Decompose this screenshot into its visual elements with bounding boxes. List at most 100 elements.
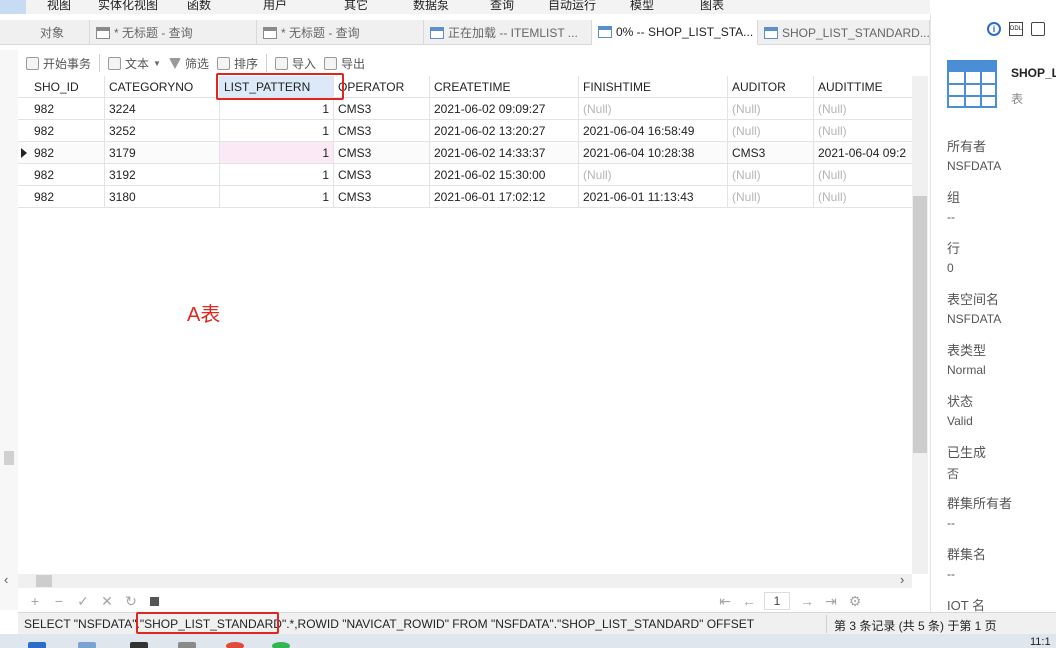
prev-page-icon[interactable]: ← [742,593,756,609]
tab-objects[interactable]: 对象 [0,20,90,45]
column-header-auditor[interactable]: AUDITOR [728,76,814,98]
cell-createtime[interactable]: 2021-06-02 09:09:27 [430,98,579,120]
tab-shop-list-standard-active[interactable]: 0% -- SHOP_LIST_STA... [592,20,758,45]
scroll-left-icon[interactable]: ‹ [4,572,8,587]
horizontal-scrollbar[interactable]: ‹ › [4,572,912,588]
column-header-finishtime[interactable]: FINISHTIME [579,76,728,98]
tab-shop-list-standard[interactable]: SHOP_LIST_STANDARD... [758,20,930,45]
column-header-operator[interactable]: OPERATOR [334,76,430,98]
table-row[interactable]: 982 3179 1 CMS3 2021-06-02 14:33:37 2021-06-0… [18,142,912,164]
menu-item-view[interactable]: 视图 [47,0,71,13]
cell-auditor[interactable]: (Null) [728,98,814,120]
menu-item-chart[interactable]: 图表 [700,0,724,13]
cell-categoryno[interactable]: 3224 [105,98,220,120]
table-row[interactable]: 982 3192 1 CMS3 2021-06-02 15:30:00 (Null) (Nu… [18,164,912,186]
row-selector[interactable] [18,186,30,208]
refresh-icon[interactable]: ↻ [124,593,138,610]
column-header-audittime[interactable]: AUDITTIME [814,76,912,98]
cell-list-pattern[interactable]: 1 [220,142,334,164]
table-row[interactable]: 982 3252 1 CMS3 2021-06-02 13:20:27 2021-06-0… [18,120,912,142]
table-row[interactable]: 982 3180 1 CMS3 2021-06-01 17:02:12 2021-06-0… [18,186,912,208]
cell-list-pattern[interactable]: 1 [220,98,334,120]
cell-audittime[interactable]: 2021-06-04 09:2 [814,142,912,164]
import-button[interactable]: 导入 [274,55,316,72]
cell-createtime[interactable]: 2021-06-02 15:30:00 [430,164,579,186]
page-number[interactable]: 1 [764,592,790,610]
tab-query-2[interactable]: * 无标题 - 查询 [257,20,424,45]
cell-finishtime[interactable]: (Null) [579,98,728,120]
menu-item-function[interactable]: 函数 [187,0,211,13]
sort-button[interactable]: 排序 [216,55,258,72]
taskbar-app-icon[interactable] [178,642,196,648]
last-page-icon[interactable]: ⇥ [824,593,838,610]
column-header-categoryno[interactable]: CATEGORYNO [105,76,220,98]
cell-audittime[interactable]: (Null) [814,164,912,186]
cell-sho-id[interactable]: 982 [30,142,105,164]
cell-createtime[interactable]: 2021-06-02 13:20:27 [430,120,579,142]
taskbar-app-icon[interactable] [226,642,244,648]
splitter-handle[interactable] [4,451,14,465]
menu-item-user[interactable]: 用户 [263,0,287,13]
menu-item-model[interactable]: 模型 [630,0,654,13]
cell-categoryno[interactable]: 3179 [105,142,220,164]
cell-operator[interactable]: CMS3 [334,164,430,186]
menu-item-automation[interactable]: 自动运行 [548,0,596,13]
table-row[interactable]: 982 3224 1 CMS3 2021-06-02 09:09:27 (Null) (Nu… [18,98,912,120]
cell-finishtime[interactable]: (Null) [579,164,728,186]
cell-list-pattern[interactable]: 1 [220,120,334,142]
data-grid[interactable]: SHO_ID CATEGORYNO LIST_PATTERN OPERATOR … [18,76,912,574]
stop-icon[interactable] [150,596,159,606]
cell-operator[interactable]: CMS3 [334,120,430,142]
taskbar-app-icon[interactable] [272,642,290,648]
add-record-icon[interactable]: + [28,593,42,609]
ddl-icon[interactable]: DDL [1009,22,1023,36]
next-page-icon[interactable]: → [800,593,814,609]
row-selector[interactable] [18,164,30,186]
vertical-scrollbar[interactable] [912,76,928,574]
cell-finishtime[interactable]: 2021-06-04 16:58:49 [579,120,728,142]
tab-itemlist[interactable]: 正在加载 -- ITEMLIST ... [424,20,592,45]
cell-operator[interactable]: CMS3 [334,186,430,208]
begin-transaction-button[interactable]: 开始事务 [26,55,91,72]
cell-finishtime[interactable]: 2021-06-01 11:13:43 [579,186,728,208]
scroll-right-icon[interactable]: › [900,572,904,587]
cell-list-pattern[interactable]: 1 [220,164,334,186]
row-selector[interactable] [18,98,30,120]
cell-audittime[interactable]: (Null) [814,98,912,120]
column-header-createtime[interactable]: CREATETIME [430,76,579,98]
cell-finishtime[interactable]: 2021-06-04 10:28:38 [579,142,728,164]
tab-query-1[interactable]: * 无标题 - 查询 [90,20,257,45]
vertical-scroll-thumb[interactable] [913,196,927,453]
column-header-sho-id[interactable]: SHO_ID [30,76,105,98]
taskbar-app-icon[interactable] [78,642,96,648]
cell-operator[interactable]: CMS3 [334,142,430,164]
row-selector[interactable] [18,120,30,142]
discard-x-icon[interactable]: ✕ [100,593,114,610]
text-button[interactable]: 文本 ▼ [108,55,161,72]
menu-item-query[interactable]: 查询 [490,0,514,13]
first-page-icon[interactable]: ⇤ [718,593,732,610]
cell-operator[interactable]: CMS3 [334,98,430,120]
cell-categoryno[interactable]: 3192 [105,164,220,186]
cell-sho-id[interactable]: 982 [30,186,105,208]
cell-createtime[interactable]: 2021-06-01 17:02:12 [430,186,579,208]
cell-sho-id[interactable]: 982 [30,98,105,120]
cell-sho-id[interactable]: 982 [30,164,105,186]
horizontal-scroll-thumb[interactable] [36,575,52,587]
cell-categoryno[interactable]: 3252 [105,120,220,142]
cell-audittime[interactable]: (Null) [814,120,912,142]
row-selector[interactable] [18,142,30,164]
start-icon[interactable] [28,642,46,648]
menu-item-data-pump[interactable]: 数据泵 [413,0,449,13]
cell-auditor[interactable]: CMS3 [728,142,814,164]
apply-check-icon[interactable]: ✓ [76,593,90,610]
filter-button[interactable]: 筛选 [168,55,209,72]
delete-record-icon[interactable]: − [52,593,66,609]
cell-auditor[interactable]: (Null) [728,120,814,142]
cell-sho-id[interactable]: 982 [30,120,105,142]
info-icon[interactable]: i [987,22,1001,36]
menu-item-materialized-view[interactable]: 实体化视图 [98,0,158,13]
cell-audittime[interactable]: (Null) [814,186,912,208]
chart-icon[interactable] [1031,22,1045,36]
cell-createtime[interactable]: 2021-06-02 14:33:37 [430,142,579,164]
